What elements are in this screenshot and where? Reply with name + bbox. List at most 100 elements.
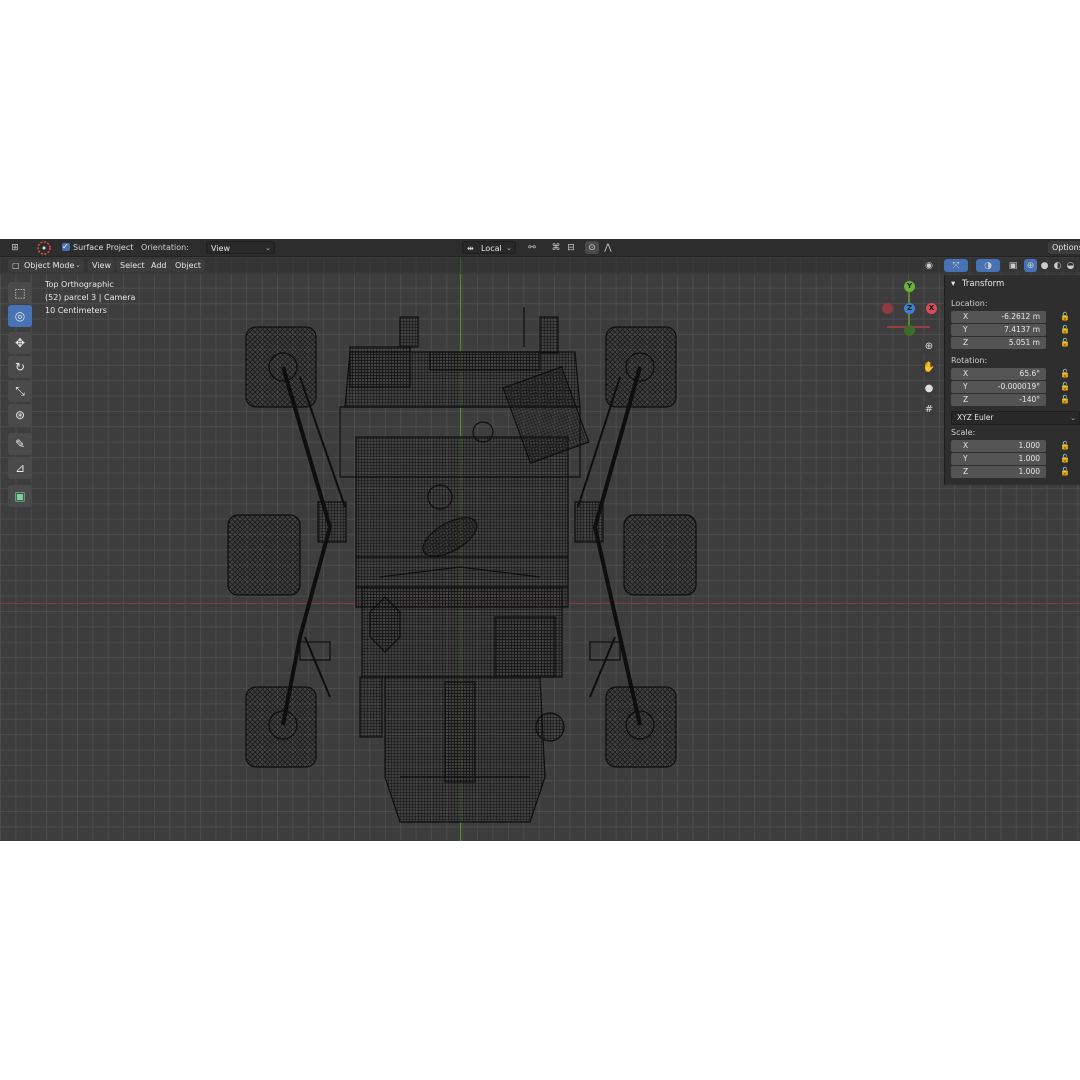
snap-target-icon[interactable]: ⊟ — [560, 241, 582, 254]
field-value: -140° — [1019, 395, 1040, 404]
annotate-icon[interactable]: ✎ — [8, 433, 32, 455]
location-x-field[interactable]: X -6.2612 m — [951, 311, 1046, 323]
menu-object[interactable]: Object — [171, 259, 206, 272]
menu-select[interactable]: Select — [116, 259, 149, 272]
tool-settings-header: ⊞ Surface Project Orientation: View ⌄ ⇹ … — [0, 239, 1080, 257]
checkbox-icon — [62, 240, 70, 253]
rotation-y-field[interactable]: Y -0.000019° — [951, 381, 1046, 393]
chevron-down-icon: ⌄ — [75, 261, 81, 269]
scale-x-field[interactable]: X 1.000 — [951, 440, 1046, 452]
add-cube-icon[interactable]: ▣ — [8, 485, 32, 507]
axis-label: X — [963, 312, 969, 321]
axis-label: Y — [963, 382, 968, 391]
field-value: 1.000 — [1018, 467, 1040, 476]
chevron-down-icon: ⌄ — [265, 244, 271, 252]
gizmo-neg-y-axis[interactable] — [904, 325, 915, 336]
field-value: 1.000 — [1018, 454, 1040, 463]
orientation-value: View — [211, 244, 230, 253]
lock-icon[interactable]: 🔓 — [1060, 441, 1070, 451]
editor-type-icon[interactable]: ⊞ — [8, 241, 22, 254]
xray-icon[interactable]: ▣ — [1006, 259, 1020, 272]
pivot-point-icon[interactable]: ⚯ — [522, 241, 542, 254]
solid-shading-icon[interactable]: ● — [1038, 259, 1051, 272]
pivot-dropdown[interactable]: ⇹ Local ⌄ — [462, 241, 516, 254]
location-y-field[interactable]: Y 7.4137 m — [951, 324, 1046, 336]
lock-icon[interactable]: 🔓 — [1060, 369, 1070, 379]
scale-icon[interactable]: ⤡ — [8, 380, 32, 402]
transform-title: Transform — [961, 279, 1005, 289]
cursor-tool-icon[interactable] — [36, 240, 52, 255]
rotate-icon[interactable]: ↻ — [8, 356, 32, 378]
lock-icon[interactable]: 🔓 — [1060, 312, 1070, 322]
wireframe-shading-icon[interactable]: ⊕ — [1024, 259, 1037, 272]
field-value: 65.6° — [1019, 369, 1040, 378]
field-value: -6.2612 m — [1001, 312, 1040, 321]
rotation-mode-dropdown[interactable]: XYZ Euler ⌄ — [951, 411, 1080, 425]
axis-label: Z — [963, 338, 969, 347]
axis-label: X — [963, 441, 969, 450]
field-value: 5.051 m — [1008, 338, 1040, 347]
transform-icon[interactable]: ⊛ — [8, 404, 32, 426]
lock-icon[interactable]: 🔓 — [1060, 382, 1070, 392]
falloff-icon[interactable]: ⋀ — [601, 241, 615, 254]
material-shading-icon[interactable]: ◐ — [1051, 259, 1064, 272]
location-z-field[interactable]: Z 5.051 m — [951, 337, 1046, 349]
rover-wireframe-model[interactable] — [0, 257, 1080, 841]
perspective-grid-icon[interactable]: # — [921, 402, 937, 418]
gizmo-neg-x-axis[interactable] — [882, 303, 893, 314]
axis-label: Z — [963, 395, 969, 404]
mode-dropdown[interactable]: ▢ Object Mode ⌄ — [8, 259, 84, 272]
transform-panel-header[interactable]: ▾ Transform — [951, 279, 1004, 289]
object-mode-icon: ▢ — [12, 261, 20, 270]
visibility-icon[interactable]: ◉ — [919, 259, 939, 272]
gizmo-z-axis[interactable]: Z — [904, 303, 915, 314]
pivot-value: Local — [481, 244, 502, 253]
location-label: Location: — [951, 299, 988, 308]
measure-icon[interactable]: ⊿ — [8, 457, 32, 479]
rotation-x-field[interactable]: X 65.6° — [951, 368, 1046, 380]
rotation-mode-value: XYZ Euler — [957, 413, 994, 422]
mode-value: Object Mode — [24, 261, 75, 270]
rotation-z-field[interactable]: Z -140° — [951, 394, 1046, 406]
menu-view[interactable]: View — [88, 259, 115, 272]
scale-z-field[interactable]: Z 1.000 — [951, 466, 1046, 478]
gizmo-y-axis[interactable]: Y — [904, 281, 915, 292]
gizmo-x-axis[interactable]: X — [926, 303, 937, 314]
select-box-icon[interactable]: ⬚ — [8, 282, 32, 304]
view-header: ▢ Object Mode ⌄ View Select Add Object ◉… — [0, 257, 1080, 274]
lock-icon[interactable]: 🔓 — [1060, 454, 1070, 464]
collapse-arrow-icon: ▾ — [951, 279, 956, 289]
cursor-icon[interactable]: ◎ — [8, 305, 32, 327]
move-icon[interactable]: ✥ — [8, 332, 32, 354]
options-button[interactable]: Options — [1048, 241, 1080, 254]
lock-icon[interactable]: 🔓 — [1060, 325, 1070, 335]
axis-label: Y — [963, 454, 968, 463]
proportional-edit-icon[interactable]: ⊙ — [585, 241, 599, 254]
pan-hand-icon[interactable]: ✋ — [921, 360, 937, 376]
scale-y-field[interactable]: Y 1.000 — [951, 453, 1046, 465]
zoom-icon[interactable]: ⊕ — [921, 339, 937, 355]
lock-icon[interactable]: 🔓 — [1060, 395, 1070, 405]
chevron-down-icon: ⌄ — [1070, 414, 1076, 422]
menu-add[interactable]: Add — [147, 259, 171, 272]
lock-icon[interactable]: 🔓 — [1060, 467, 1070, 477]
field-value: -0.000019° — [997, 382, 1040, 391]
field-value: 7.4137 m — [1004, 325, 1040, 334]
surface-project-checkbox[interactable]: Surface Project — [62, 240, 134, 254]
rotation-label: Rotation: — [951, 356, 988, 365]
transform-sidebar: ▾ Transform Location: X -6.2612 m 🔓 Y 7.41… — [944, 275, 1080, 485]
orientation-dropdown[interactable]: View ⌄ — [206, 241, 275, 254]
axis-label: Y — [963, 325, 968, 334]
lock-icon[interactable]: 🔓 — [1060, 338, 1070, 348]
surface-project-label: Surface Project — [73, 243, 134, 252]
view-name: Top Orthographic — [45, 280, 114, 289]
overlays-icon[interactable]: ◑ — [976, 259, 1000, 272]
camera-view-icon[interactable]: ● — [921, 381, 937, 397]
object-info: (52) parcel 3 | Camera — [45, 293, 136, 302]
axis-label: Z — [963, 467, 969, 476]
blender-window: ⊞ Surface Project Orientation: View ⌄ ⇹ … — [0, 239, 1080, 841]
3d-viewport[interactable]: Top Orthographic (52) parcel 3 | Camera … — [0, 257, 1080, 841]
transform-orientation-icon: ⇹ — [467, 244, 474, 253]
rendered-shading-icon[interactable]: ◒ — [1064, 259, 1077, 272]
gizmo-toggle-icon[interactable]: ⤧ — [944, 259, 968, 272]
